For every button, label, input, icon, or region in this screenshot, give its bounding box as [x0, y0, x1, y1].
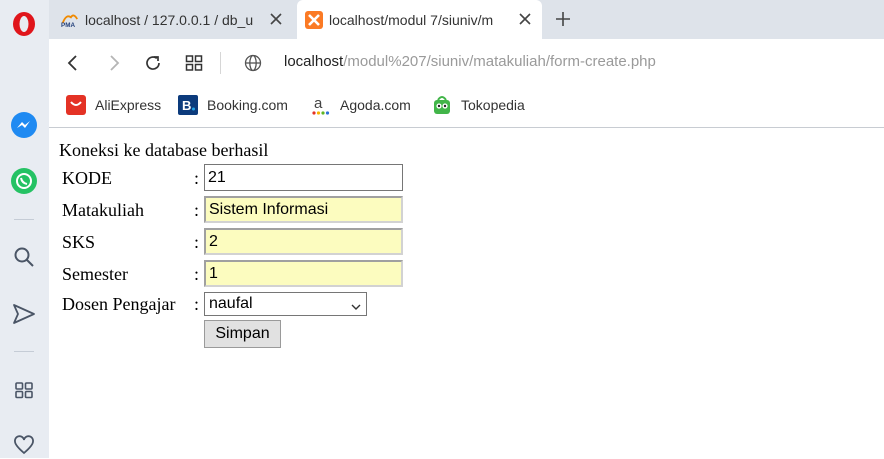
speed-dial-icon[interactable] [10, 376, 38, 404]
tokopedia-icon [432, 95, 452, 115]
sks-label: SKS [62, 232, 96, 252]
colon-separator: : [194, 264, 200, 284]
send-icon[interactable] [10, 300, 38, 328]
new-tab-plus-icon[interactable] [552, 8, 574, 30]
semester-input[interactable] [204, 260, 403, 287]
colon-separator: : [194, 168, 200, 188]
matakuliah-label: Matakuliah [62, 200, 144, 220]
tab-phpmyadmin[interactable]: PMA localhost / 127.0.0.1 / db_u [53, 0, 293, 39]
xampp-icon [305, 10, 323, 29]
site-info-globe-icon[interactable] [241, 51, 265, 75]
address-host: localhost [284, 53, 344, 70]
svg-text:PMA: PMA [61, 22, 75, 29]
browser-toolbar: localhost/modul%207/siuniv/matakuliah/fo… [49, 39, 884, 87]
page-content: Koneksi ke database berhasil KODE : Mata… [49, 128, 884, 458]
bookmark-label: Booking.com [207, 97, 288, 113]
address-bar[interactable]: localhost/modul%207/siuniv/matakuliah/fo… [284, 53, 656, 70]
bookmarks-bar: AliExpress B Booking.com a Agoda.com Tok… [49, 87, 884, 128]
opera-logo-icon[interactable] [10, 10, 38, 38]
tab-form-create[interactable]: localhost/modul 7/siuniv/m [297, 0, 542, 39]
matakuliah-input[interactable] [204, 196, 403, 223]
forward-icon[interactable] [102, 51, 126, 75]
colon-separator: : [194, 200, 200, 220]
bookmark-booking[interactable]: B Booking.com [178, 95, 288, 115]
whatsapp-icon[interactable] [10, 167, 38, 195]
svg-text:a: a [314, 95, 323, 112]
colon-separator: : [194, 232, 200, 252]
tab-strip: PMA localhost / 127.0.0.1 / db_u localho… [49, 0, 884, 39]
colon-separator: : [194, 294, 200, 314]
close-tab-icon[interactable] [516, 10, 534, 28]
simpan-submit-button[interactable]: Simpan [204, 320, 281, 348]
aliexpress-icon [66, 95, 86, 115]
dosen-selected-value: naufal [209, 295, 253, 312]
tab-title: localhost / 127.0.0.1 / db_u [85, 11, 254, 28]
heart-icon[interactable] [10, 431, 38, 459]
svg-text:B: B [182, 98, 191, 113]
booking-icon: B [178, 95, 198, 115]
chevron-down-icon [351, 299, 361, 317]
kode-label: KODE [62, 168, 112, 188]
agoda-icon: a [311, 95, 331, 115]
connection-status-text: Koneksi ke database berhasil [59, 140, 269, 160]
dosen-pengajar-select[interactable]: naufal [204, 292, 367, 316]
close-tab-icon[interactable] [267, 10, 285, 28]
bookmark-agoda[interactable]: a Agoda.com [311, 95, 411, 115]
bookmark-tokopedia[interactable]: Tokopedia [432, 95, 525, 115]
search-icon[interactable] [10, 243, 38, 271]
phpmyadmin-icon: PMA [61, 11, 79, 29]
kode-input[interactable] [204, 164, 403, 191]
bookmark-label: AliExpress [95, 97, 162, 113]
bookmark-label: Agoda.com [340, 97, 411, 113]
reload-icon[interactable] [141, 51, 165, 75]
dosen-pengajar-label: Dosen Pengajar [62, 294, 176, 314]
browser-sidebar [0, 0, 50, 458]
tab-grid-icon[interactable] [182, 51, 206, 75]
semester-label: Semester [62, 264, 128, 284]
bookmark-aliexpress[interactable]: AliExpress [66, 95, 161, 115]
bookmark-label: Tokopedia [461, 97, 525, 113]
address-path: /modul%207/siuniv/matakuliah/form-create… [343, 53, 656, 70]
sks-input[interactable] [204, 228, 403, 255]
tab-title: localhost/modul 7/siuniv/m [329, 11, 494, 28]
back-icon[interactable] [61, 51, 85, 75]
messenger-icon[interactable] [10, 111, 38, 139]
